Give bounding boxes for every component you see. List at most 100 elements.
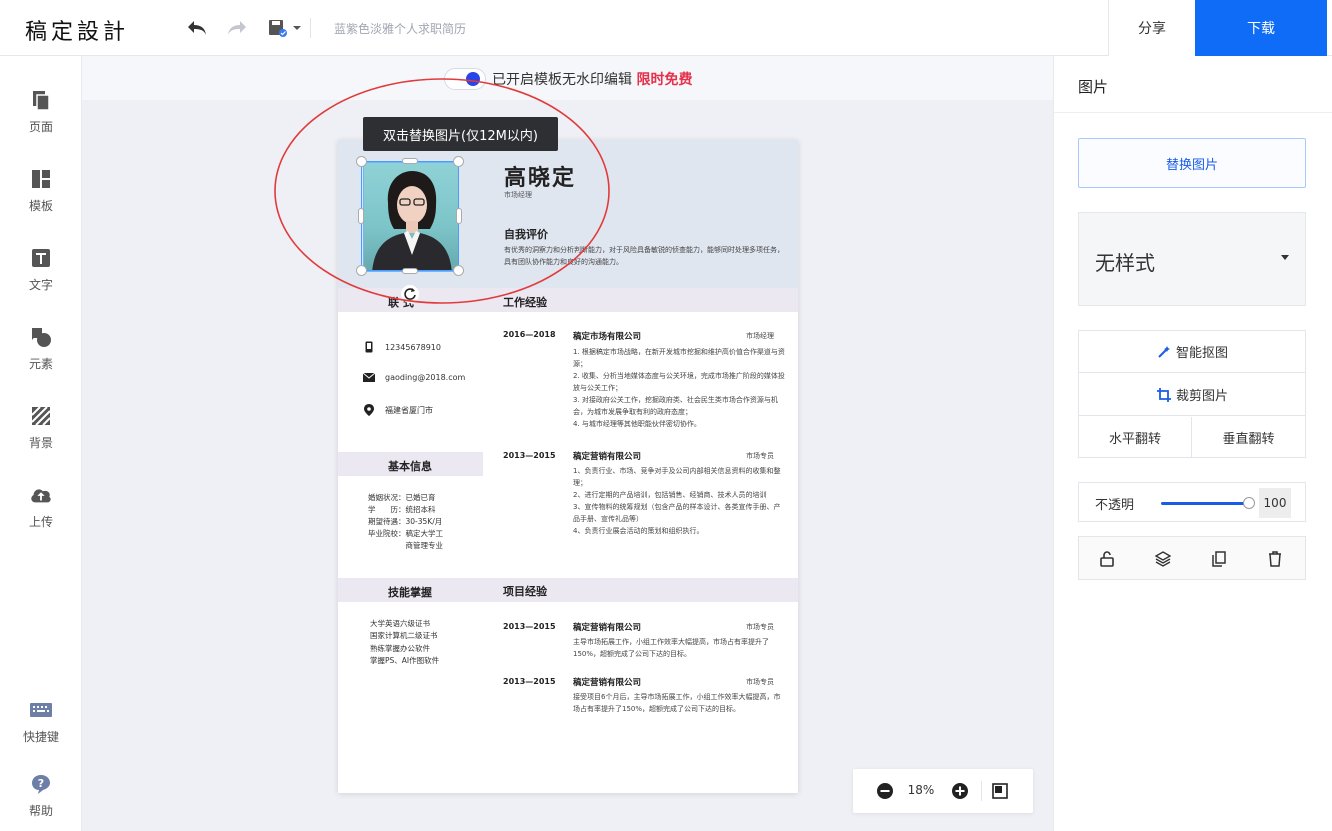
project-date[interactable]: 2013—2015 [503, 622, 556, 631]
sidebar-item-label: 模板 [28, 199, 53, 213]
project-company[interactable]: 稿定营销有限公司 [573, 676, 641, 688]
trash-icon[interactable] [1265, 549, 1285, 569]
elements-icon [29, 325, 53, 349]
job-date[interactable]: 2013—2015 [503, 451, 556, 460]
layer-actions [1078, 536, 1306, 580]
job-position[interactable]: 市场专员 [746, 451, 774, 461]
job-position[interactable]: 市场经理 [746, 331, 774, 341]
unlock-icon[interactable] [1097, 549, 1117, 569]
project-description[interactable]: 主导市场拓展工作，小组工作效率大幅提高，市场占有率提升了150%，超额完成了公司… [573, 636, 785, 660]
mail-icon [363, 371, 375, 383]
zoom-control: 18% [853, 769, 1033, 813]
help-icon: ? [29, 772, 53, 796]
sidebar-item-templates[interactable]: 模板 [0, 167, 82, 227]
project-date[interactable]: 2013—2015 [503, 677, 556, 686]
job-company[interactable]: 稿定市场有限公司 [573, 330, 641, 342]
annotation-circle [274, 78, 610, 304]
job-company[interactable]: 稿定营销有限公司 [573, 450, 641, 462]
download-button[interactable]: 下载 [1195, 0, 1327, 56]
skills-title[interactable]: 技能掌握 [388, 584, 432, 600]
flip-horizontal-button[interactable]: 水平翻转 [1079, 417, 1192, 458]
shortcuts-label: 快捷键 [22, 730, 59, 744]
save-dropdown-icon[interactable] [266, 16, 306, 40]
sidebar-item-label: 元素 [28, 357, 53, 371]
zoom-in-icon[interactable] [950, 781, 970, 801]
zoom-level[interactable]: 18% [907, 783, 935, 797]
undo-icon[interactable] [185, 16, 209, 40]
basic-info-line[interactable]: 婚姻状况：已婚已育 [368, 492, 436, 504]
sidebar-help[interactable]: ? 帮助 [0, 772, 82, 831]
redo-icon[interactable] [225, 16, 249, 40]
skill-item[interactable]: 掌握PS、AI作图软件 [370, 655, 439, 668]
background-icon [29, 404, 53, 428]
zoom-out-icon[interactable] [875, 781, 895, 801]
share-button[interactable]: 分享 [1108, 0, 1195, 56]
sidebar-item-text[interactable]: 文字 [0, 246, 82, 306]
phone-icon [363, 341, 375, 353]
basic-info-line[interactable]: 期望待遇：30-35K/月 [368, 516, 442, 528]
opacity-slider-thumb[interactable] [1243, 497, 1255, 509]
top-bar: 稿定設計 蓝紫色淡雅个人求职简历 分享 下载 [0, 0, 1332, 56]
layers-icon[interactable] [1153, 549, 1173, 569]
zoom-divider [981, 781, 982, 801]
panel-title: 图片 [1078, 78, 1109, 96]
style-select[interactable]: 无样式 [1078, 212, 1306, 306]
contact-phone[interactable]: 12345678910 [363, 341, 441, 353]
job-date[interactable]: 2016—2018 [503, 330, 556, 339]
crop-label: 裁剪图片 [1175, 389, 1228, 404]
opacity-label: 不透明 [1095, 498, 1135, 513]
project-position[interactable]: 市场专员 [746, 677, 774, 687]
image-tools: 智能抠图 裁剪图片 水平翻转 垂直翻转 [1078, 330, 1306, 458]
chevron-down-icon [1281, 255, 1289, 260]
opacity-value-input[interactable]: 100 [1259, 488, 1291, 518]
job-description[interactable]: 1、负责行业、市场、竞争对手及公司内部相关信息资料的收集和整理； 2、进行定期的… [573, 465, 785, 537]
crop-icon [1156, 387, 1172, 403]
upload-icon [29, 483, 53, 507]
project-description[interactable]: 接受项目6个月后，主导市场拓展工作，小组工作效率大幅提高，市场占有率提升了150… [573, 691, 785, 715]
document-title[interactable]: 蓝紫色淡雅个人求职简历 [334, 20, 466, 37]
smart-cutout-button[interactable]: 智能抠图 [1079, 331, 1305, 373]
sidebar-item-elements[interactable]: 元素 [0, 325, 82, 385]
contact-address[interactable]: 福建省厦门市 [363, 404, 433, 416]
skill-item[interactable]: 熟练掌握办公软件 [370, 643, 430, 656]
duplicate-icon[interactable] [1209, 549, 1229, 569]
address: 福建省厦门市 [385, 405, 433, 415]
smart-cutout-label: 智能抠图 [1175, 346, 1228, 361]
sidebar-item-pages[interactable]: 页面 [0, 88, 82, 148]
magic-wand-icon [1156, 344, 1172, 360]
left-sidebar: 页面 模板 文字 元素 背景 上传 快捷键 ? 帮助 [0, 56, 82, 831]
sidebar-item-label: 上传 [28, 515, 53, 529]
email-address: gaoding@2018.com [385, 372, 466, 382]
basic-info-line[interactable]: 商管理专业 [368, 540, 443, 552]
opacity-slider-track[interactable] [1161, 502, 1249, 505]
sidebar-item-label: 背景 [28, 436, 53, 450]
app-logo[interactable]: 稿定設計 [25, 14, 129, 46]
contact-email[interactable]: gaoding@2018.com [363, 371, 465, 383]
fit-screen-icon[interactable] [990, 781, 1010, 801]
pages-icon [29, 88, 53, 112]
project-position[interactable]: 市场专员 [746, 622, 774, 632]
replace-image-button[interactable]: 替换图片 [1078, 138, 1306, 188]
project-company[interactable]: 稿定营销有限公司 [573, 621, 641, 633]
job-description[interactable]: 1. 根据稿定市场战略，在新开发城市挖掘和维护高价值合作渠道与资源； 2. 收集… [573, 346, 785, 430]
skill-item[interactable]: 大学英语六级证书 [370, 618, 430, 631]
template-icon [29, 167, 53, 191]
properties-panel: 图片 替换图片 无样式 智能抠图 裁剪图片 水平翻转 垂直翻转 不透明 100 [1053, 56, 1332, 831]
basic-info-line[interactable]: 学 历：统招本科 [368, 504, 436, 516]
sidebar-shortcuts[interactable]: 快捷键 [0, 698, 82, 758]
sidebar-item-upload[interactable]: 上传 [0, 483, 82, 543]
watermark-free-badge: 限时免费 [636, 72, 693, 88]
panel-divider [1054, 112, 1332, 113]
skill-item[interactable]: 国家计算机二级证书 [370, 630, 438, 643]
location-pin-icon [363, 404, 375, 416]
flip-vertical-button[interactable]: 垂直翻转 [1192, 417, 1305, 458]
sidebar-item-background[interactable]: 背景 [0, 404, 82, 464]
sidebar-item-label: 文字 [28, 278, 53, 292]
basic-info-line[interactable]: 毕业院校：稿定大学工 [368, 528, 443, 540]
toolbar-divider [310, 18, 311, 38]
help-label: 帮助 [28, 804, 53, 818]
basic-info-title[interactable]: 基本信息 [388, 458, 432, 474]
project-title[interactable]: 项目经验 [503, 583, 547, 599]
sidebar-item-label: 页面 [28, 120, 53, 134]
crop-image-button[interactable]: 裁剪图片 [1079, 374, 1305, 416]
